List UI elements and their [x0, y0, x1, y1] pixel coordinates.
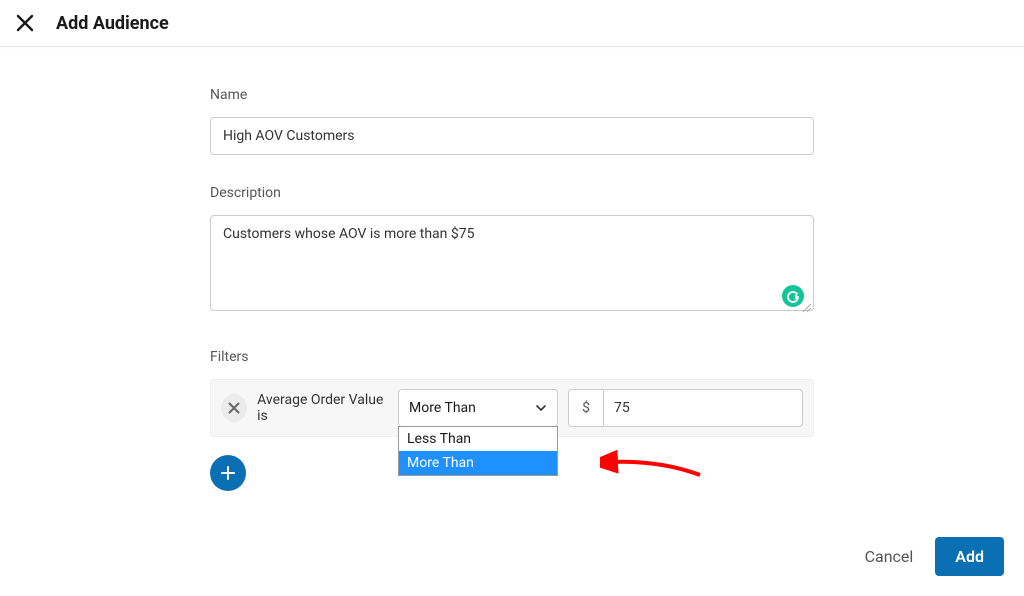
value-input-group: $ — [568, 389, 803, 427]
filters-label: Filters — [210, 349, 814, 365]
close-icon — [228, 402, 240, 414]
operator-option-more-than[interactable]: More Than — [399, 451, 557, 475]
filter-row: Average Order Value is More Than Less Th… — [210, 379, 814, 437]
close-icon — [16, 14, 34, 32]
name-input[interactable] — [210, 117, 814, 155]
plus-icon — [220, 465, 236, 481]
filter-value-input[interactable] — [604, 389, 803, 427]
operator-selected-value: More Than — [409, 400, 476, 416]
chevron-down-icon — [535, 402, 547, 414]
operator-option-less-than[interactable]: Less Than — [399, 427, 557, 451]
add-button[interactable]: Add — [935, 537, 1004, 576]
grammarly-icon[interactable] — [782, 285, 804, 307]
add-filter-button[interactable] — [210, 455, 246, 491]
operator-select[interactable]: More Than Less Than More Than — [398, 389, 558, 427]
operator-dropdown: Less Than More Than — [398, 426, 558, 476]
filter-field-label: Average Order Value is — [257, 392, 388, 424]
cancel-button[interactable]: Cancel — [865, 547, 914, 566]
remove-filter-button[interactable] — [221, 394, 247, 422]
name-label: Name — [210, 87, 814, 103]
currency-symbol: $ — [568, 389, 604, 427]
description-input[interactable] — [210, 215, 814, 311]
form-content: Name Description Filters Average Order V… — [0, 47, 1024, 491]
page-title: Add Audience — [56, 13, 169, 34]
close-button[interactable] — [14, 12, 36, 34]
modal-footer: Cancel Add — [865, 537, 1004, 576]
description-label: Description — [210, 185, 814, 201]
modal-header: Add Audience — [0, 0, 1024, 47]
